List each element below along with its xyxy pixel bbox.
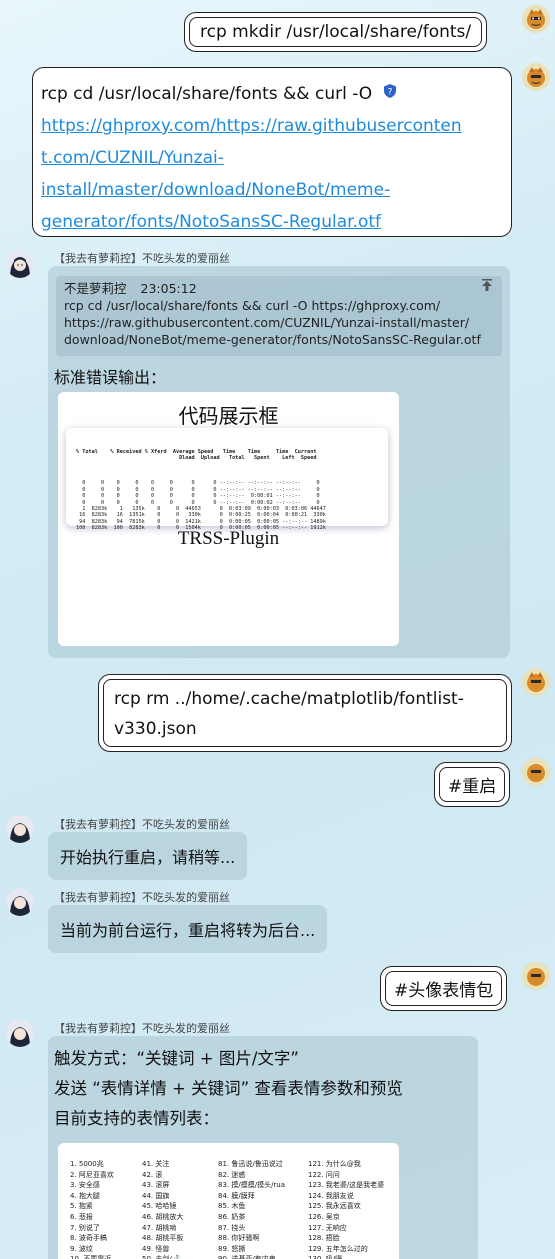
terminal-rows: 0 0 0 0 0 0 0 0 --:--:-- --:--:-- --:--:… — [76, 480, 326, 532]
url-link-line-3[interactable]: install/master/download/NoneBot/meme- — [41, 174, 503, 206]
command-text: rcp cd /usr/local/share/fonts && curl -O — [41, 84, 373, 104]
avatar-bot[interactable] — [6, 250, 34, 278]
quote-time: 23:05:12 — [140, 281, 197, 296]
message-bubble-meme[interactable]: #头像表情包 — [380, 966, 508, 1011]
avatar-self[interactable] — [522, 5, 550, 33]
jump-to-top-icon[interactable] — [480, 278, 494, 297]
quote-line: download/NoneBot/meme-generator/fonts/No… — [64, 332, 481, 347]
message-bubble-restart[interactable]: #重启 — [434, 762, 511, 807]
anime-girl-avatar-icon — [6, 815, 34, 843]
terminal-header: % Total % Received % Xferd Average Speed… — [76, 448, 317, 462]
quoted-message[interactable]: 不是萝莉控 23:05:12 rcp cd /usr/local/share/f… — [56, 276, 502, 356]
sender-name: 【我去有萝莉控】不吃头发的爱丽丝 — [54, 818, 230, 831]
meme-list-column: 81. 鲁迅说/鲁迅说过 82. 迷惑 83. 摸/摸摸/摸头/rua 84. … — [218, 1160, 286, 1259]
anime-girl-avatar-icon — [6, 250, 34, 278]
shield-question-icon: ? — [382, 78, 398, 110]
message-text-line: v330.json — [114, 719, 197, 739]
help-line: 发送 “表情详情 + 关键词” 查看表情参数和预览 — [54, 1079, 403, 1098]
avatar-self[interactable] — [522, 63, 550, 91]
tiger-avatar-icon — [522, 63, 550, 91]
quote-line: rcp cd /usr/local/share/fonts && curl -O… — [64, 298, 441, 313]
url-link-line-2[interactable]: t.com/CUZNIL/Yunzai- — [41, 142, 503, 174]
message-bubble-curl[interactable]: rcp cd /usr/local/share/fonts && curl -O… — [32, 67, 512, 237]
url-link-line-4[interactable]: generator/fonts/NotoSansSC-Regular.otf — [41, 206, 503, 238]
code-display-image[interactable]: 代码展示框 % Total % Received % Xferd Average… — [58, 392, 399, 646]
image-footer: TRSS-Plugin — [177, 528, 280, 549]
meme-list-column: 121. 为什么@我 122. 问问 123. 我老婆/这是我老婆 124. 我… — [308, 1160, 385, 1259]
message-text: rcp mkdir /usr/local/share/fonts/ — [189, 17, 483, 47]
terminal-output: % Total % Received % Xferd Average Speed… — [66, 428, 388, 531]
message-text-line: rcp cd /usr/local/share/fonts && curl -O… — [41, 78, 503, 110]
tiger-avatar-icon — [522, 668, 550, 696]
message-bubble-background[interactable]: 当前为前台运行，重启将转为后台... — [48, 905, 328, 953]
avatar-self[interactable] — [522, 758, 550, 786]
quote-line: https://raw.githubusercontent.com/CUZNIL… — [64, 315, 470, 330]
message-text: #头像表情包 — [385, 971, 503, 1006]
image-title: 代码展示框 — [178, 404, 279, 428]
avatar-bot[interactable] — [6, 1019, 34, 1047]
message-bubble-restarting[interactable]: 开始执行重启，请稍等... — [48, 832, 248, 880]
message-inner: rcp rm ../home/.cache/matplotlib/fontlis… — [103, 679, 507, 747]
tiger-avatar-icon — [522, 5, 550, 33]
message-text-line: rcp rm ../home/.cache/matplotlib/fontlis… — [114, 689, 464, 709]
meme-list-column: 1. 5000兆 2. 阿尼亚喜欢 3. 安全感 4. 抱大腿 5. 抱紧 6.… — [70, 1160, 114, 1259]
avatar-bot[interactable] — [6, 888, 34, 916]
meme-list-column: 41. 关注 42. 滚 43. 滚屏 44. 国旗 45. 哈哈镜 46. 胡… — [142, 1160, 184, 1259]
url-link-line-1[interactable]: https://ghproxy.com/https://raw.githubus… — [41, 110, 503, 142]
help-line: 目前支持的表情列表： — [54, 1109, 219, 1128]
sender-name: 【我去有萝莉控】不吃头发的爱丽丝 — [54, 891, 230, 904]
tiger-avatar-icon — [522, 758, 550, 786]
anime-girl-avatar-icon — [6, 1019, 34, 1047]
message-bubble-rm[interactable]: rcp rm ../home/.cache/matplotlib/fontlis… — [98, 674, 512, 752]
message-text: 标准错误输出： — [54, 368, 167, 387]
tiger-avatar-icon — [522, 962, 550, 990]
sender-name: 【我去有萝莉控】不吃头发的爱丽丝 — [54, 1022, 230, 1035]
anime-girl-avatar-icon — [6, 888, 34, 916]
quote-author: 不是萝莉控 — [64, 281, 127, 296]
avatar-self[interactable] — [522, 962, 550, 990]
avatar-bot[interactable] — [6, 815, 34, 843]
help-line: 触发方式：“关键词 + 图片/文字” — [54, 1049, 299, 1068]
meme-list-image[interactable]: 1. 5000兆 2. 阿尼亚喜欢 3. 安全感 4. 抱大腿 5. 抱紧 6.… — [58, 1143, 399, 1259]
sender-name: 【我去有萝莉控】不吃头发的爱丽丝 — [54, 252, 230, 265]
avatar-self[interactable] — [522, 668, 550, 696]
svg-text:?: ? — [387, 88, 392, 98]
message-text: #重启 — [439, 767, 506, 802]
message-bubble-mkdir[interactable]: rcp mkdir /usr/local/share/fonts/ — [184, 12, 488, 52]
